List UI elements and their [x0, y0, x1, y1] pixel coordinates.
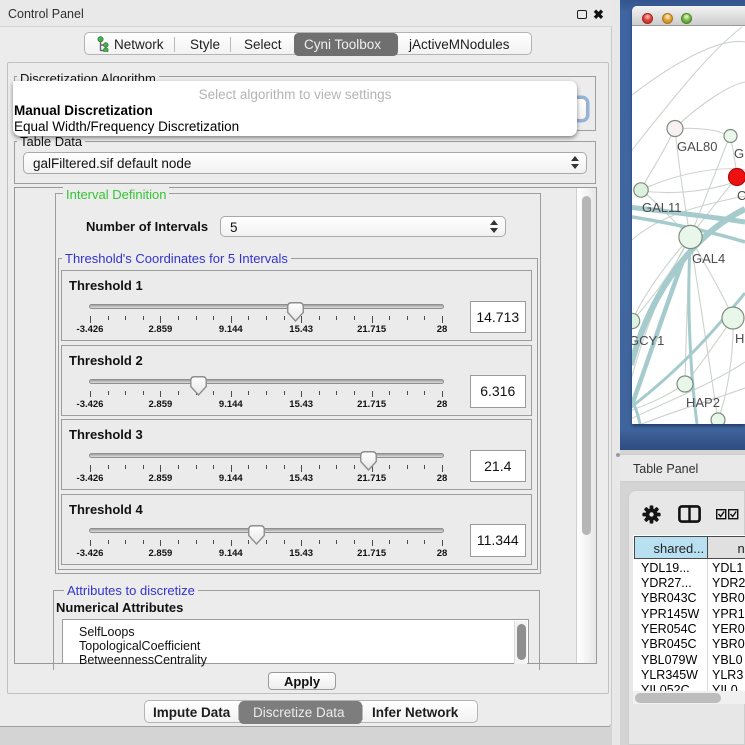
svg-text:C: C — [737, 188, 745, 203]
svg-text:GAL11: GAL11 — [642, 200, 682, 215]
svg-text:HAP2: HAP2 — [686, 395, 720, 410]
svg-text:GAL80: GAL80 — [677, 139, 717, 154]
svg-text:G.: G. — [734, 146, 745, 161]
svg-text:GCY1: GCY1 — [632, 333, 664, 348]
svg-text:H: H — [735, 331, 744, 346]
svg-text:GAL4: GAL4 — [692, 251, 725, 266]
